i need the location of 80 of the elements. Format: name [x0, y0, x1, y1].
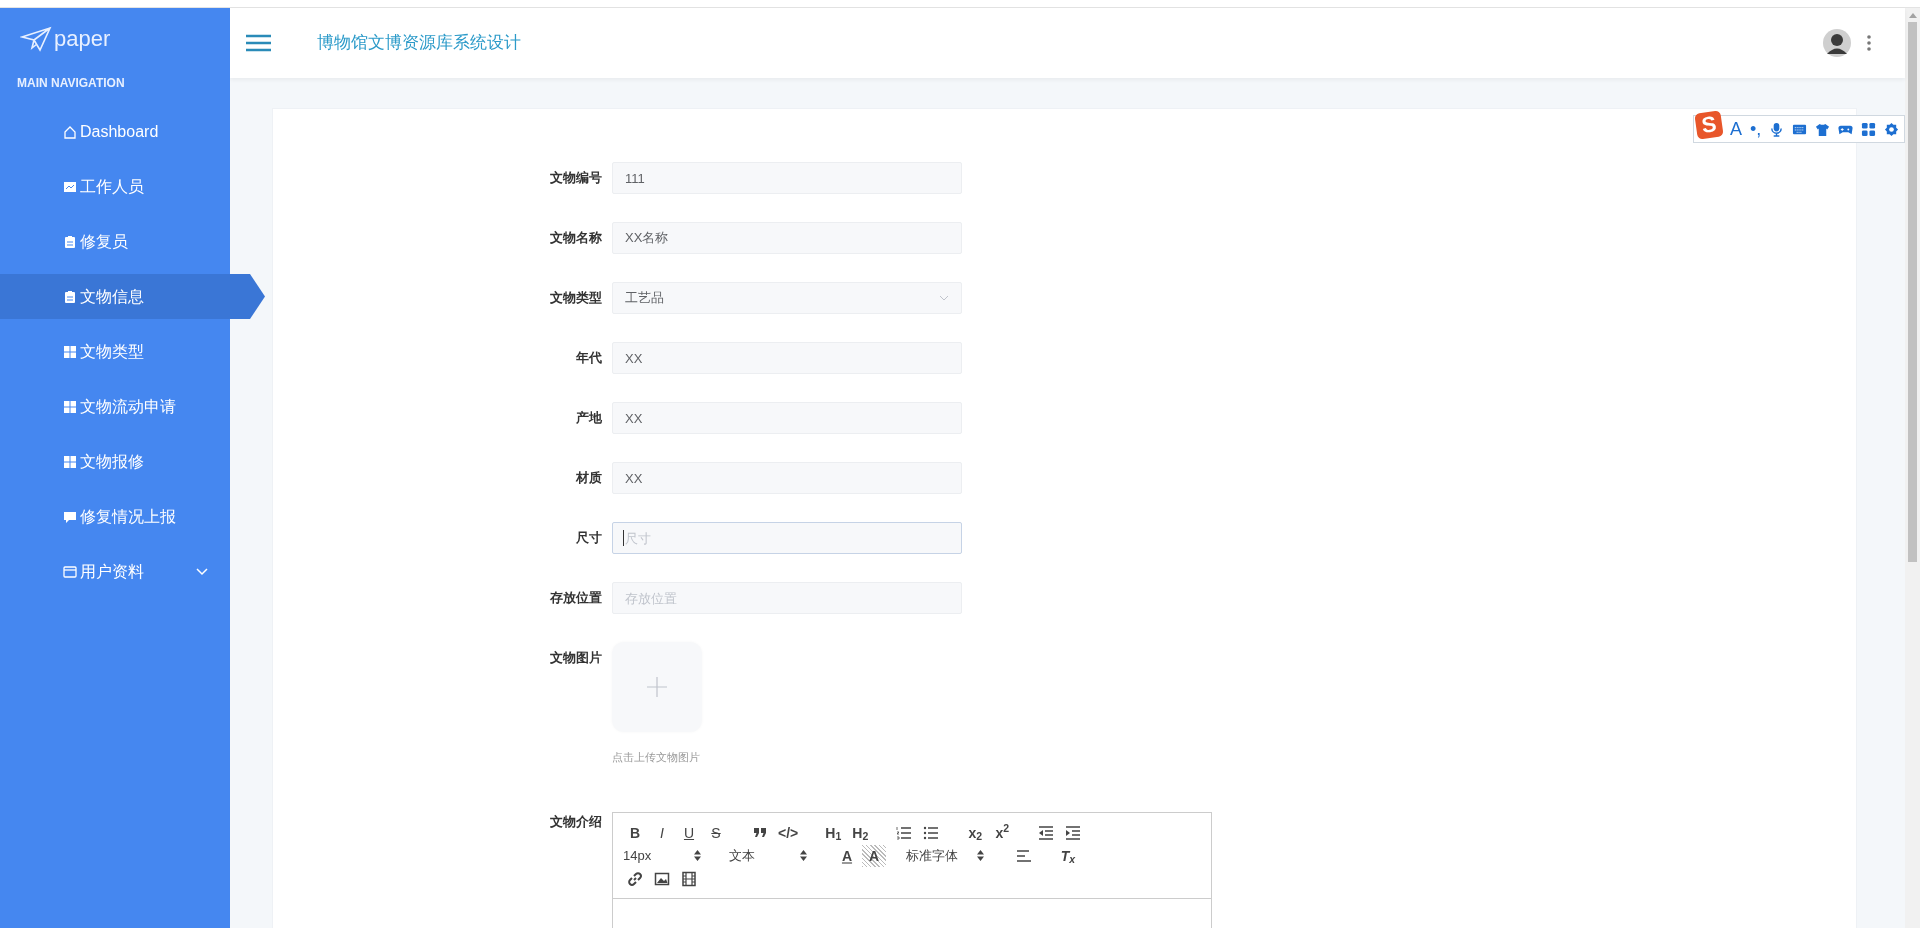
italic-button[interactable]: I [650, 821, 674, 844]
clipboard-icon [63, 234, 77, 249]
select-field[interactable]: 工艺品 [612, 282, 962, 314]
avatar[interactable] [1823, 29, 1851, 57]
microphone-icon[interactable] [1769, 121, 1785, 137]
toolbar-dropdown[interactable]: 文本 [729, 844, 815, 867]
plus-icon [647, 677, 667, 697]
sidebar-item[interactable]: 文物报修 [0, 439, 230, 484]
sidebar-item[interactable]: Dashboard [0, 109, 230, 154]
settings-icon[interactable] [1884, 121, 1900, 137]
sidebar-item[interactable]: 工作人员 [0, 164, 230, 209]
up-down-caret-icon [800, 850, 807, 861]
code-button[interactable]: </> [775, 821, 802, 844]
chart-icon [63, 179, 77, 194]
scrollbar-thumb[interactable] [1908, 22, 1917, 562]
app-title: 博物馆文博资源库系统设计 [317, 32, 521, 55]
logo-text: paper [54, 28, 111, 50]
field-label: 文物类型 [549, 289, 603, 307]
input-field[interactable]: XX [612, 342, 962, 374]
align-left-icon[interactable] [1016, 847, 1032, 864]
chevron-down-icon [939, 295, 949, 301]
text-color-button[interactable]: A [835, 844, 859, 867]
sidebar-item[interactable]: 文物流动申请 [0, 384, 230, 429]
numbered-list-icon[interactable] [896, 824, 913, 841]
toolbar-dropdown[interactable]: 标准字体 [906, 844, 992, 867]
input-field[interactable]: XX [612, 462, 962, 494]
link-icon[interactable] [627, 870, 643, 887]
field-label: 年代 [575, 349, 603, 367]
clipboard-icon [63, 289, 77, 304]
paper-plane-icon [20, 26, 52, 52]
strikethrough-button[interactable]: S [704, 821, 728, 844]
sidebar-item[interactable]: 修复员 [0, 219, 230, 264]
toolbar-dropdown[interactable]: 14px [623, 844, 709, 867]
underline-button[interactable]: U [677, 821, 701, 844]
script-button[interactable]: x$^{2}$ [990, 821, 1015, 844]
sidebar-item[interactable]: 修复情况上报 [0, 494, 230, 539]
grid-icon [63, 399, 77, 414]
comment-icon [63, 509, 77, 524]
home-icon [63, 124, 77, 139]
indent-icon[interactable] [1065, 824, 1082, 841]
input-field[interactable]: XX名称 [612, 222, 962, 254]
field-label: 文物编号 [549, 169, 603, 187]
input-field[interactable]: 111 [612, 162, 962, 194]
field-label: 产地 [575, 409, 603, 427]
film-icon[interactable] [681, 870, 697, 887]
input-method-button[interactable]: A [1730, 120, 1742, 138]
card-icon [63, 564, 77, 579]
field-label: 材质 [575, 469, 603, 487]
field-label: 尺寸 [575, 529, 603, 547]
more-icon[interactable] [1867, 35, 1871, 51]
up-down-caret-icon [694, 850, 701, 861]
grid-icon [63, 454, 77, 469]
navigation-heading: MAIN NAVIGATION [16, 75, 126, 92]
field-label: 文物名称 [549, 229, 603, 247]
shirt-icon[interactable] [1815, 121, 1831, 137]
apps-icon[interactable] [1861, 121, 1877, 137]
field-label: 文物图片 [549, 649, 603, 667]
upload-hint: 点击上传文物图片 [612, 750, 701, 765]
bullet-list-icon[interactable] [923, 824, 940, 841]
field-label: 存放位置 [549, 589, 603, 607]
highlight-button[interactable]: A [862, 844, 886, 867]
bold-button[interactable]: B [623, 821, 647, 844]
heading-button[interactable]: H$_{2}$ [848, 821, 873, 844]
grid-icon [63, 344, 77, 359]
input-method-button[interactable]: •, [1750, 120, 1762, 138]
field-label: 文物介绍 [549, 812, 603, 831]
heading-button[interactable]: H$_{1}$ [821, 821, 846, 844]
sidebar-item[interactable]: 用户资料 [0, 549, 230, 594]
sidebar-item[interactable]: 文物类型 [0, 329, 230, 374]
menu-icon[interactable] [246, 34, 271, 52]
clear-format-button[interactable]: T$_{x}$ [1056, 844, 1080, 867]
chevron-down-icon [196, 567, 208, 576]
input-field[interactable]: XX [612, 402, 962, 434]
rich-text-editor[interactable]: B I U S </> H$_{1}$ H$_{2}$ x$_{2}$ x$^{2}$ 14px 文本 A A 标准字体 T$_{x}$ [612, 811, 1212, 928]
outdent-icon[interactable] [1038, 824, 1055, 841]
up-down-caret-icon [977, 850, 984, 861]
scrollbar[interactable] [1905, 8, 1920, 928]
image-icon[interactable] [654, 870, 670, 887]
script-button[interactable]: x$_{2}$ [963, 821, 988, 844]
sidebar-item[interactable]: 文物信息 [0, 274, 265, 319]
